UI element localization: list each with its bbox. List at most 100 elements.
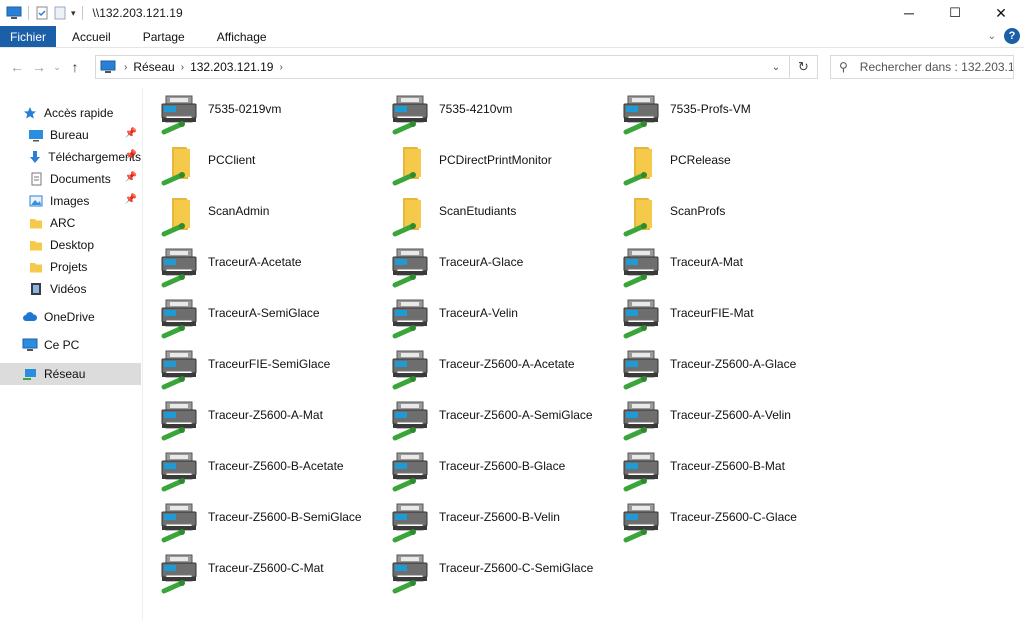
share-name: Traceur-Z5600-A-Velin: [670, 408, 791, 422]
list-item[interactable]: PCRelease: [612, 143, 842, 193]
share-name: TraceurFIE-SemiGlace: [208, 357, 331, 371]
list-item[interactable]: Traceur-Z5600-C-Mat: [150, 551, 380, 601]
tab-fichier[interactable]: Fichier: [0, 26, 57, 47]
list-item[interactable]: ScanProfs: [612, 194, 842, 244]
list-item[interactable]: 7535-4210vm: [381, 92, 611, 142]
shared-folder-icon: [391, 143, 431, 187]
close-button[interactable]: ✕: [978, 0, 1024, 26]
list-item[interactable]: TraceurFIE-SemiGlace: [150, 347, 380, 397]
share-name: Traceur-Z5600-B-Glace: [439, 459, 566, 473]
list-item[interactable]: PCClient: [150, 143, 380, 193]
expand-ribbon-icon[interactable]: ⌄: [988, 31, 996, 42]
list-item[interactable]: ScanAdmin: [150, 194, 380, 244]
shared-printer-icon: [160, 92, 200, 136]
pin-icon[interactable]: 📌: [125, 172, 137, 183]
back-button[interactable]: ←: [6, 55, 28, 79]
minimize-button[interactable]: ─: [886, 0, 932, 26]
list-item[interactable]: Traceur-Z5600-A-SemiGlace: [381, 398, 611, 448]
share-name: TraceurA-Mat: [670, 255, 743, 269]
shared-printer-icon: [160, 296, 200, 340]
address-bar[interactable]: › Réseau › 132.203.121.19 › ⌄ ↻: [95, 55, 818, 79]
sidebar-item-projets[interactable]: Projets: [0, 256, 141, 278]
list-item[interactable]: Traceur-Z5600-C-Glace: [612, 500, 842, 550]
cloud-icon: [22, 309, 38, 325]
customize-toolbar-icon[interactable]: ▾: [71, 8, 76, 19]
pin-icon[interactable]: 📌: [125, 194, 137, 205]
sidebar-item-videos[interactable]: Vidéos: [0, 278, 141, 300]
list-item[interactable]: TraceurA-Mat: [612, 245, 842, 295]
up-button[interactable]: ↑: [64, 55, 86, 79]
list-item[interactable]: Traceur-Z5600-A-Acetate: [381, 347, 611, 397]
share-name: Traceur-Z5600-C-Glace: [670, 510, 797, 524]
properties-icon[interactable]: [35, 6, 49, 20]
folder-icon: [28, 259, 44, 275]
shared-printer-icon: [160, 245, 200, 289]
star-icon: [22, 105, 38, 121]
sidebar-item-telechargements[interactable]: Téléchargements 📌: [0, 146, 141, 168]
list-item[interactable]: Traceur-Z5600-B-SemiGlace: [150, 500, 380, 550]
sidebar-item-bureau[interactable]: Bureau 📌: [0, 124, 141, 146]
pin-icon[interactable]: 📌: [125, 128, 137, 139]
shared-printer-icon: [622, 398, 662, 442]
sidebar-item-reseau[interactable]: Réseau: [0, 363, 141, 385]
list-item[interactable]: 7535-Profs-VM: [612, 92, 842, 142]
list-item[interactable]: Traceur-Z5600-B-Glace: [381, 449, 611, 499]
list-item[interactable]: ScanEtudiants: [381, 194, 611, 244]
share-name: Traceur-Z5600-A-Glace: [670, 357, 797, 371]
pin-icon[interactable]: 📌: [125, 150, 137, 161]
forward-button[interactable]: →: [28, 55, 50, 79]
sidebar-item-images[interactable]: Images 📌: [0, 190, 141, 212]
list-item[interactable]: Traceur-Z5600-A-Mat: [150, 398, 380, 448]
list-item[interactable]: Traceur-Z5600-B-Mat: [612, 449, 842, 499]
list-item[interactable]: TraceurA-Glace: [381, 245, 611, 295]
recent-locations-button[interactable]: ⌄: [50, 55, 64, 79]
list-item[interactable]: Traceur-Z5600-B-Acetate: [150, 449, 380, 499]
sidebar-item-arc[interactable]: ARC: [0, 212, 141, 234]
maximize-button[interactable]: ☐: [932, 0, 978, 26]
computer-app-icon: [6, 6, 22, 19]
shared-folder-icon: [160, 194, 200, 238]
list-item[interactable]: TraceurA-Acetate: [150, 245, 380, 295]
tab-accueil[interactable]: Accueil: [56, 26, 127, 47]
list-item[interactable]: PCDirectPrintMonitor: [381, 143, 611, 193]
list-item[interactable]: Traceur-Z5600-B-Velin: [381, 500, 611, 550]
navigation-bar: ← → ⌄ ↑ › Réseau › 132.203.121.19 › ⌄ ↻ …: [0, 52, 1024, 82]
tab-affichage[interactable]: Affichage: [201, 26, 283, 47]
list-item[interactable]: Traceur-Z5600-A-Glace: [612, 347, 842, 397]
list-item[interactable]: TraceurFIE-Mat: [612, 296, 842, 346]
sidebar-item-documents[interactable]: Documents 📌: [0, 168, 141, 190]
refresh-button[interactable]: ↻: [789, 56, 817, 78]
sidebar-item-onedrive[interactable]: OneDrive: [0, 306, 141, 328]
shared-printer-icon: [391, 449, 431, 493]
list-item[interactable]: 7535-0219vm: [150, 92, 380, 142]
breadcrumb-chevron-icon[interactable]: ›: [124, 62, 127, 73]
address-dropdown-button[interactable]: ⌄: [765, 56, 787, 78]
breadcrumb-chevron-icon[interactable]: ›: [181, 62, 184, 73]
document-icon: [28, 171, 44, 187]
search-box[interactable]: ⚲ Rechercher dans : 132.203.12...: [830, 55, 1014, 79]
breadcrumb-reseau[interactable]: Réseau: [133, 60, 174, 74]
shared-printer-icon: [160, 500, 200, 544]
shared-printer-icon: [622, 92, 662, 136]
list-item[interactable]: TraceurA-Velin: [381, 296, 611, 346]
sidebar-item-label: Réseau: [44, 367, 86, 381]
sidebar-item-desktop[interactable]: Desktop: [0, 234, 141, 256]
help-icon[interactable]: ?: [1004, 28, 1020, 44]
sidebar-item-ce-pc[interactable]: Ce PC: [0, 334, 141, 356]
share-name: TraceurA-Velin: [439, 306, 518, 320]
list-item[interactable]: Traceur-Z5600-C-SemiGlace: [381, 551, 611, 601]
shared-printer-icon: [391, 296, 431, 340]
quick-access-toolbar: ▾: [0, 0, 85, 26]
list-item[interactable]: TraceurA-SemiGlace: [150, 296, 380, 346]
share-name: 7535-0219vm: [208, 102, 282, 116]
breadcrumb-chevron-icon[interactable]: ›: [279, 62, 282, 73]
new-folder-icon[interactable]: [53, 6, 67, 20]
share-name: ScanProfs: [670, 204, 726, 218]
shared-printer-icon: [391, 551, 431, 595]
list-item[interactable]: Traceur-Z5600-A-Velin: [612, 398, 842, 448]
shared-printer-icon: [391, 245, 431, 289]
tab-partage[interactable]: Partage: [127, 26, 201, 47]
breadcrumb-host[interactable]: 132.203.121.19: [190, 60, 273, 74]
share-name: TraceurA-Glace: [439, 255, 524, 269]
sidebar-item-acces-rapide[interactable]: Accès rapide: [0, 102, 141, 124]
